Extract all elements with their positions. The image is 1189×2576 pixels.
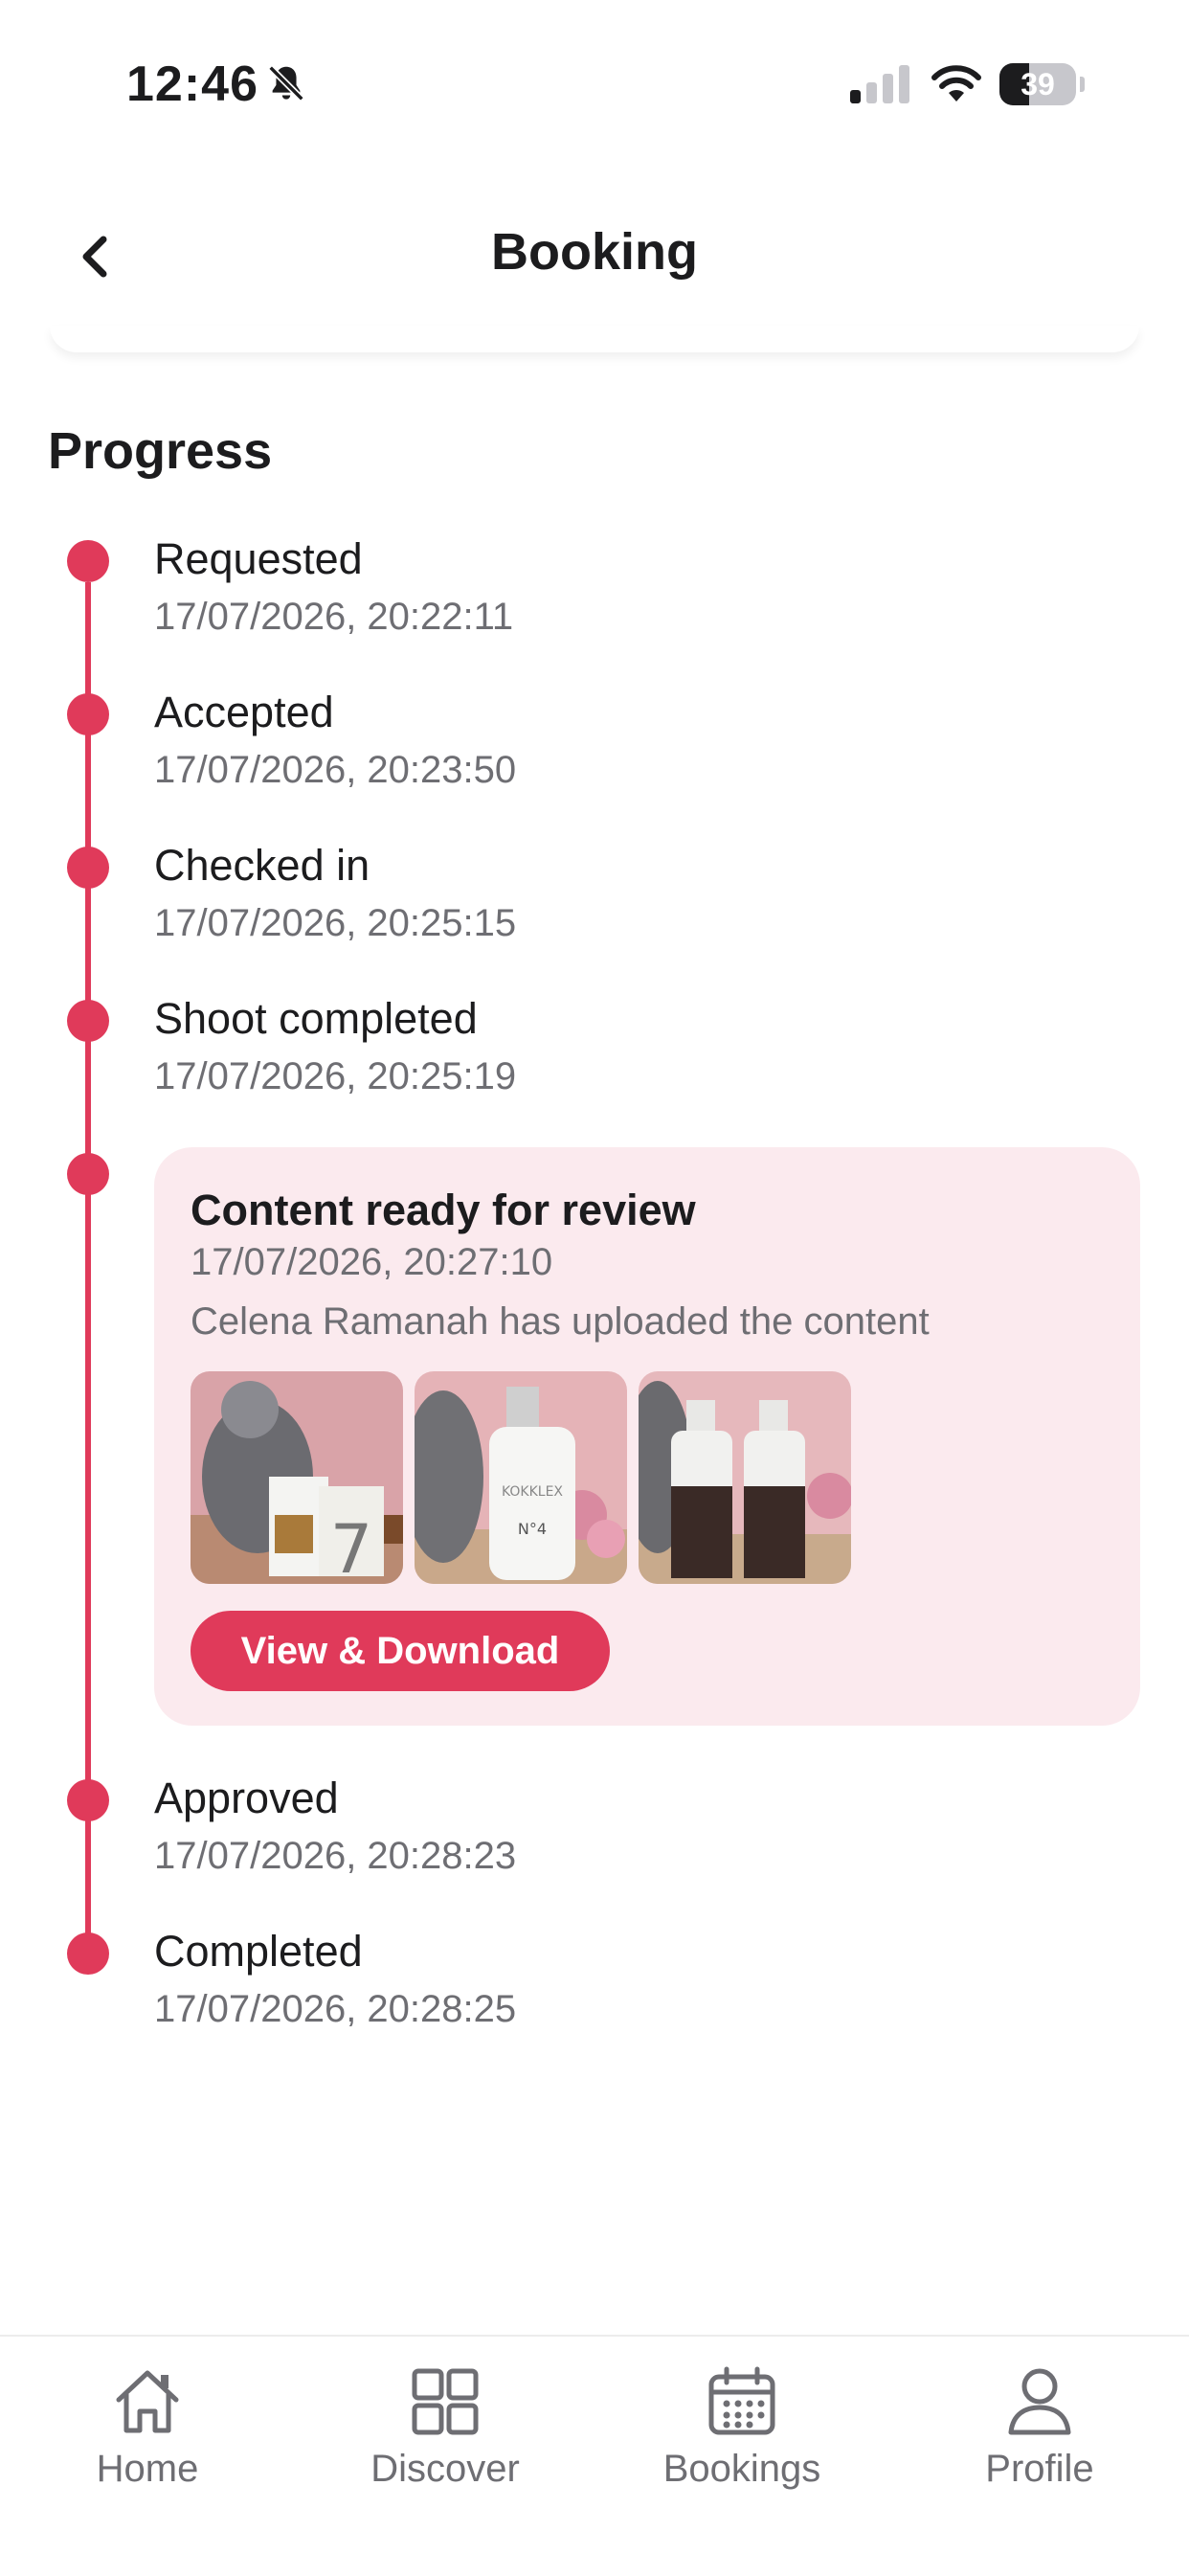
svg-text:7: 7 [330, 1510, 373, 1584]
timeline-dot [67, 1779, 109, 1821]
timeline-dot [67, 1000, 109, 1042]
review-time: 17/07/2026, 20:27:10 [191, 1241, 553, 1283]
step-label-approved: Approved [154, 1774, 339, 1822]
tab-label-bookings: Bookings [662, 2448, 821, 2490]
battery-icon: 39 [999, 63, 1086, 105]
step-time-completed: 17/07/2026, 20:28:25 [154, 1988, 517, 2030]
timeline-connector [85, 582, 91, 1957]
step-label-completed: Completed [154, 1927, 363, 1976]
person-icon [1008, 2368, 1071, 2435]
tab-label-home: Home [96, 2448, 199, 2490]
wifi-icon [931, 65, 981, 102]
status-time: 12:46 [126, 56, 258, 112]
tab-discover[interactable]: Discover [330, 2363, 560, 2491]
step-label-requested: Requested [154, 534, 363, 583]
home-icon [116, 2370, 179, 2433]
step-label-accepted: Accepted [154, 688, 334, 736]
step-time-shoot-completed: 17/07/2026, 20:25:19 [154, 1055, 517, 1097]
timeline-dot [67, 1153, 109, 1195]
step-time-accepted: 17/07/2026, 20:23:50 [154, 749, 517, 791]
status-bar: 12:46 39 [0, 0, 1189, 144]
bell-muted-icon [268, 65, 304, 102]
view-download-button[interactable]: View & Download [191, 1611, 610, 1691]
content-thumbnail[interactable] [639, 1371, 851, 1584]
timeline-dot [67, 693, 109, 735]
tab-label-discover: Discover [370, 2448, 520, 2490]
step-time-requested: 17/07/2026, 20:22:11 [154, 596, 514, 638]
tab-label-profile: Profile [985, 2448, 1094, 2490]
page-title: Booking [491, 223, 698, 281]
cellular-signal-icon [850, 65, 909, 103]
battery-level: 39 [1021, 67, 1055, 102]
review-title: Content ready for review [191, 1186, 696, 1234]
progress-title: Progress [48, 422, 273, 480]
timeline-dot [67, 1932, 109, 1975]
content-thumbnail[interactable]: KOKKLEX N°4 [415, 1371, 627, 1584]
tab-bar: Home Discover Bookings Profile [0, 2335, 1189, 2576]
timeline-dot [67, 847, 109, 889]
timeline-dot [67, 540, 109, 582]
card-bottom-edge [50, 326, 1139, 352]
step-label-checked-in: Checked in [154, 841, 370, 890]
grid-icon [412, 2368, 479, 2435]
tab-bookings[interactable]: Bookings [627, 2363, 857, 2491]
step-label-shoot-completed: Shoot completed [154, 994, 478, 1043]
review-description: Celena Ramanah has uploaded the content [191, 1300, 930, 1343]
content-thumbnail[interactable]: 7 [191, 1371, 403, 1584]
content-review-card: Content ready for review 17/07/2026, 20:… [154, 1147, 1140, 1726]
tab-home[interactable]: Home [33, 2363, 262, 2491]
svg-text:KOKKLEX: KOKKLEX [502, 1484, 563, 1500]
step-time-checked-in: 17/07/2026, 20:25:15 [154, 902, 517, 944]
step-time-approved: 17/07/2026, 20:28:23 [154, 1835, 517, 1877]
tab-profile[interactable]: Profile [925, 2363, 1155, 2491]
calendar-icon [708, 2366, 775, 2435]
svg-text:N°4: N°4 [518, 1520, 547, 1538]
